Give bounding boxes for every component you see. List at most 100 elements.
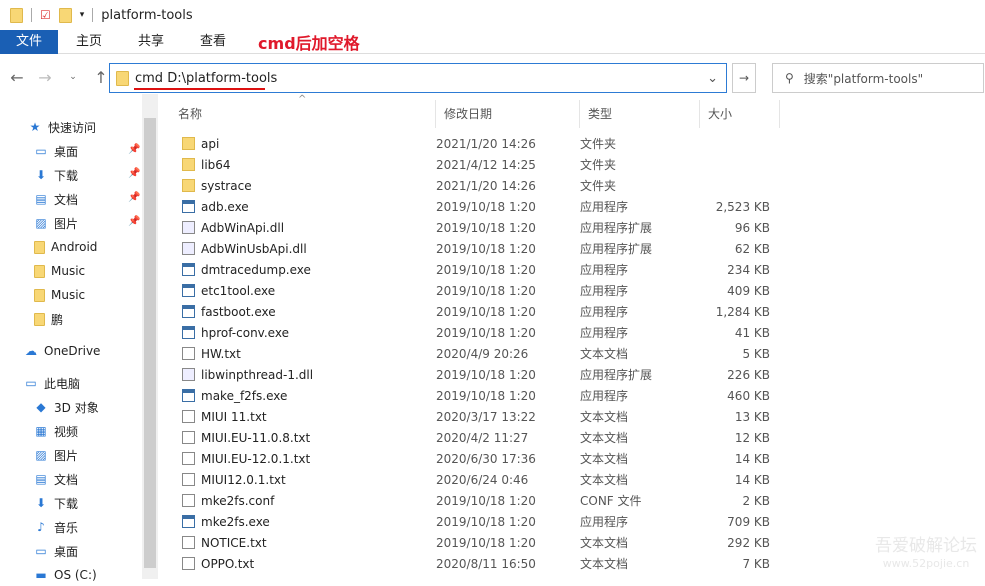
go-button[interactable]: →: [732, 63, 756, 93]
sidebar-item[interactable]: ♪ 音乐: [34, 516, 78, 538]
file-row[interactable]: systrace 2021/1/20 14:26 文件夹: [170, 175, 770, 196]
exe-icon: [182, 326, 195, 339]
sidebar-item[interactable]: ◆ 3D 对象: [34, 396, 99, 418]
file-type: 应用程序扩展: [580, 221, 653, 235]
tab-home[interactable]: 主页: [58, 30, 120, 54]
file-row[interactable]: MIUI 11.txt 2020/3/17 13:22 文本文档 13 KB: [170, 406, 770, 427]
address-dropdown-icon[interactable]: ⌄: [707, 71, 718, 86]
sidebar-item[interactable]: Music: [34, 284, 85, 306]
sidebar-item[interactable]: ▤ 文档: [34, 468, 78, 490]
sidebar-item[interactable]: ⬇ 下载: [34, 492, 78, 514]
pin-icon[interactable]: 📌: [128, 216, 140, 227]
file-row[interactable]: MIUI.EU-12.0.1.txt 2020/6/30 17:36 文本文档 14 …: [170, 448, 770, 469]
txt-icon: [182, 347, 195, 360]
sidebar-item-label: 下载: [54, 168, 79, 183]
file-type: 应用程序: [580, 284, 629, 298]
file-date: 2019/10/18 1:20: [436, 304, 536, 319]
tab-share[interactable]: 共享: [120, 30, 182, 54]
divider: [92, 8, 94, 22]
file-name: AdbWinApi.dll: [201, 220, 285, 235]
column-date[interactable]: 修改日期: [436, 100, 580, 128]
file-date: 2019/10/18 1:20: [436, 493, 536, 508]
file-row[interactable]: lib64 2021/4/12 14:25 文件夹: [170, 154, 770, 175]
back-arrow-icon[interactable]: ←: [8, 68, 26, 87]
file-type: 文件夹: [580, 158, 617, 172]
sidebar-item[interactable]: ▨ 图片: [34, 212, 78, 234]
file-row[interactable]: NOTICE.txt 2019/10/18 1:20 文本文档 292 KB: [170, 532, 770, 553]
file-name-cell: fastboot.exe: [170, 305, 436, 319]
exe-icon: [182, 263, 195, 276]
sidebar-item-label: 3D 对象: [54, 400, 99, 415]
tab-file[interactable]: 文件: [0, 29, 58, 54]
file-size: 5 KB: [742, 346, 770, 361]
file-row[interactable]: mke2fs.conf 2019/10/18 1:20 CONF 文件 2 KB: [170, 490, 770, 511]
sidebar-item[interactable]: ▤ 文档: [34, 188, 78, 210]
folder-icon: [116, 70, 129, 86]
search-icon: ⚲: [785, 71, 794, 85]
file-date: 2020/4/2 11:27: [436, 430, 529, 445]
pin-icon[interactable]: 📌: [128, 168, 140, 179]
file-row[interactable]: dmtracedump.exe 2019/10/18 1:20 应用程序 234 KB: [170, 259, 770, 280]
search-input[interactable]: 搜索"platform-tools": [804, 70, 923, 87]
pin-icon[interactable]: 📌: [128, 144, 140, 155]
file-row[interactable]: MIUI12.0.1.txt 2020/6/24 0:46 文本文档 14 KB: [170, 469, 770, 490]
file-row[interactable]: AdbWinApi.dll 2019/10/18 1:20 应用程序扩展 96 KB: [170, 217, 770, 238]
sidebar-item-label: Music: [51, 264, 86, 278]
sidebar-item[interactable]: ☁ OneDrive: [24, 340, 100, 362]
file-row[interactable]: HW.txt 2020/4/9 20:26 文本文档 5 KB: [170, 343, 770, 364]
file-name: NOTICE.txt: [201, 535, 267, 550]
picture-icon: ▨: [35, 448, 47, 462]
file-row[interactable]: MIUI.EU-11.0.8.txt 2020/4/2 11:27 文本文档 12 K…: [170, 427, 770, 448]
file-row[interactable]: hprof-conv.exe 2019/10/18 1:20 应用程序 41 KB: [170, 322, 770, 343]
up-arrow-icon[interactable]: ↑: [92, 68, 110, 87]
sidebar-item[interactable]: ▬ OS (C:): [34, 564, 96, 586]
file-name: make_f2fs.exe: [201, 388, 288, 403]
sidebar-item[interactable]: ▭ 此电脑: [24, 372, 80, 394]
file-row[interactable]: OPPO.txt 2020/8/11 16:50 文本文档 7 KB: [170, 553, 770, 574]
txt-icon: [182, 494, 195, 507]
file-type: 文本文档: [580, 347, 629, 361]
sidebar-item[interactable]: ▦ 视频: [34, 420, 78, 442]
file-date: 2020/4/9 20:26: [436, 346, 529, 361]
file-size: 12 KB: [734, 430, 770, 445]
sidebar-item[interactable]: ▭ 桌面: [34, 540, 78, 562]
exe-icon: [182, 389, 195, 402]
file-row[interactable]: AdbWinUsbApi.dll 2019/10/18 1:20 应用程序扩展 62 …: [170, 238, 770, 259]
properties-icon[interactable]: ☑: [40, 8, 51, 22]
file-row[interactable]: etc1tool.exe 2019/10/18 1:20 应用程序 409 KB: [170, 280, 770, 301]
file-type: 应用程序扩展: [580, 368, 653, 382]
sidebar-item[interactable]: ★ 快速访问: [28, 116, 96, 138]
file-date: 2021/4/12 14:25: [436, 157, 536, 172]
computer-icon: ▭: [25, 376, 37, 390]
tab-view[interactable]: 查看: [182, 30, 244, 54]
recent-chevron-icon[interactable]: ⌄: [64, 72, 82, 82]
sidebar-item[interactable]: 鹏: [34, 308, 63, 330]
sidebar-item[interactable]: Android: [34, 236, 97, 258]
desktop-icon: ▭: [35, 144, 47, 158]
file-size: 226 KB: [727, 367, 770, 382]
address-input[interactable]: cmd D:\platform-tools: [135, 71, 277, 86]
new-folder-icon[interactable]: [58, 7, 72, 23]
file-date: 2019/10/18 1:20: [436, 367, 536, 382]
forward-arrow-icon[interactable]: →: [36, 68, 54, 87]
file-row[interactable]: libwinpthread-1.dll 2019/10/18 1:20 应用程序扩展…: [170, 364, 770, 385]
drive-icon: ▬: [35, 568, 47, 582]
file-name: libwinpthread-1.dll: [201, 367, 314, 382]
file-name-cell: lib64: [170, 158, 436, 172]
sidebar-scroll-thumb[interactable]: [144, 118, 156, 568]
file-row[interactable]: adb.exe 2019/10/18 1:20 应用程序 2,523 KB: [170, 196, 770, 217]
column-type[interactable]: 类型: [580, 100, 700, 128]
search-box[interactable]: ⚲ 搜索"platform-tools": [772, 63, 984, 93]
column-size[interactable]: 大小: [700, 100, 780, 128]
pin-icon[interactable]: 📌: [128, 192, 140, 203]
sidebar-item[interactable]: ▨ 图片: [34, 444, 78, 466]
sidebar-item[interactable]: ▭ 桌面: [34, 140, 78, 162]
file-row[interactable]: api 2021/1/20 14:26 文件夹: [170, 133, 770, 154]
file-row[interactable]: make_f2fs.exe 2019/10/18 1:20 应用程序 460 KB: [170, 385, 770, 406]
customize-dropdown-icon[interactable]: ▾: [80, 10, 85, 20]
file-row[interactable]: mke2fs.exe 2019/10/18 1:20 应用程序 709 KB: [170, 511, 770, 532]
file-row[interactable]: fastboot.exe 2019/10/18 1:20 应用程序 1,284 KB: [170, 301, 770, 322]
sidebar-item[interactable]: ⬇ 下载: [34, 164, 78, 186]
sidebar-item[interactable]: Music: [34, 260, 85, 282]
cloud-icon: ☁: [25, 344, 37, 358]
